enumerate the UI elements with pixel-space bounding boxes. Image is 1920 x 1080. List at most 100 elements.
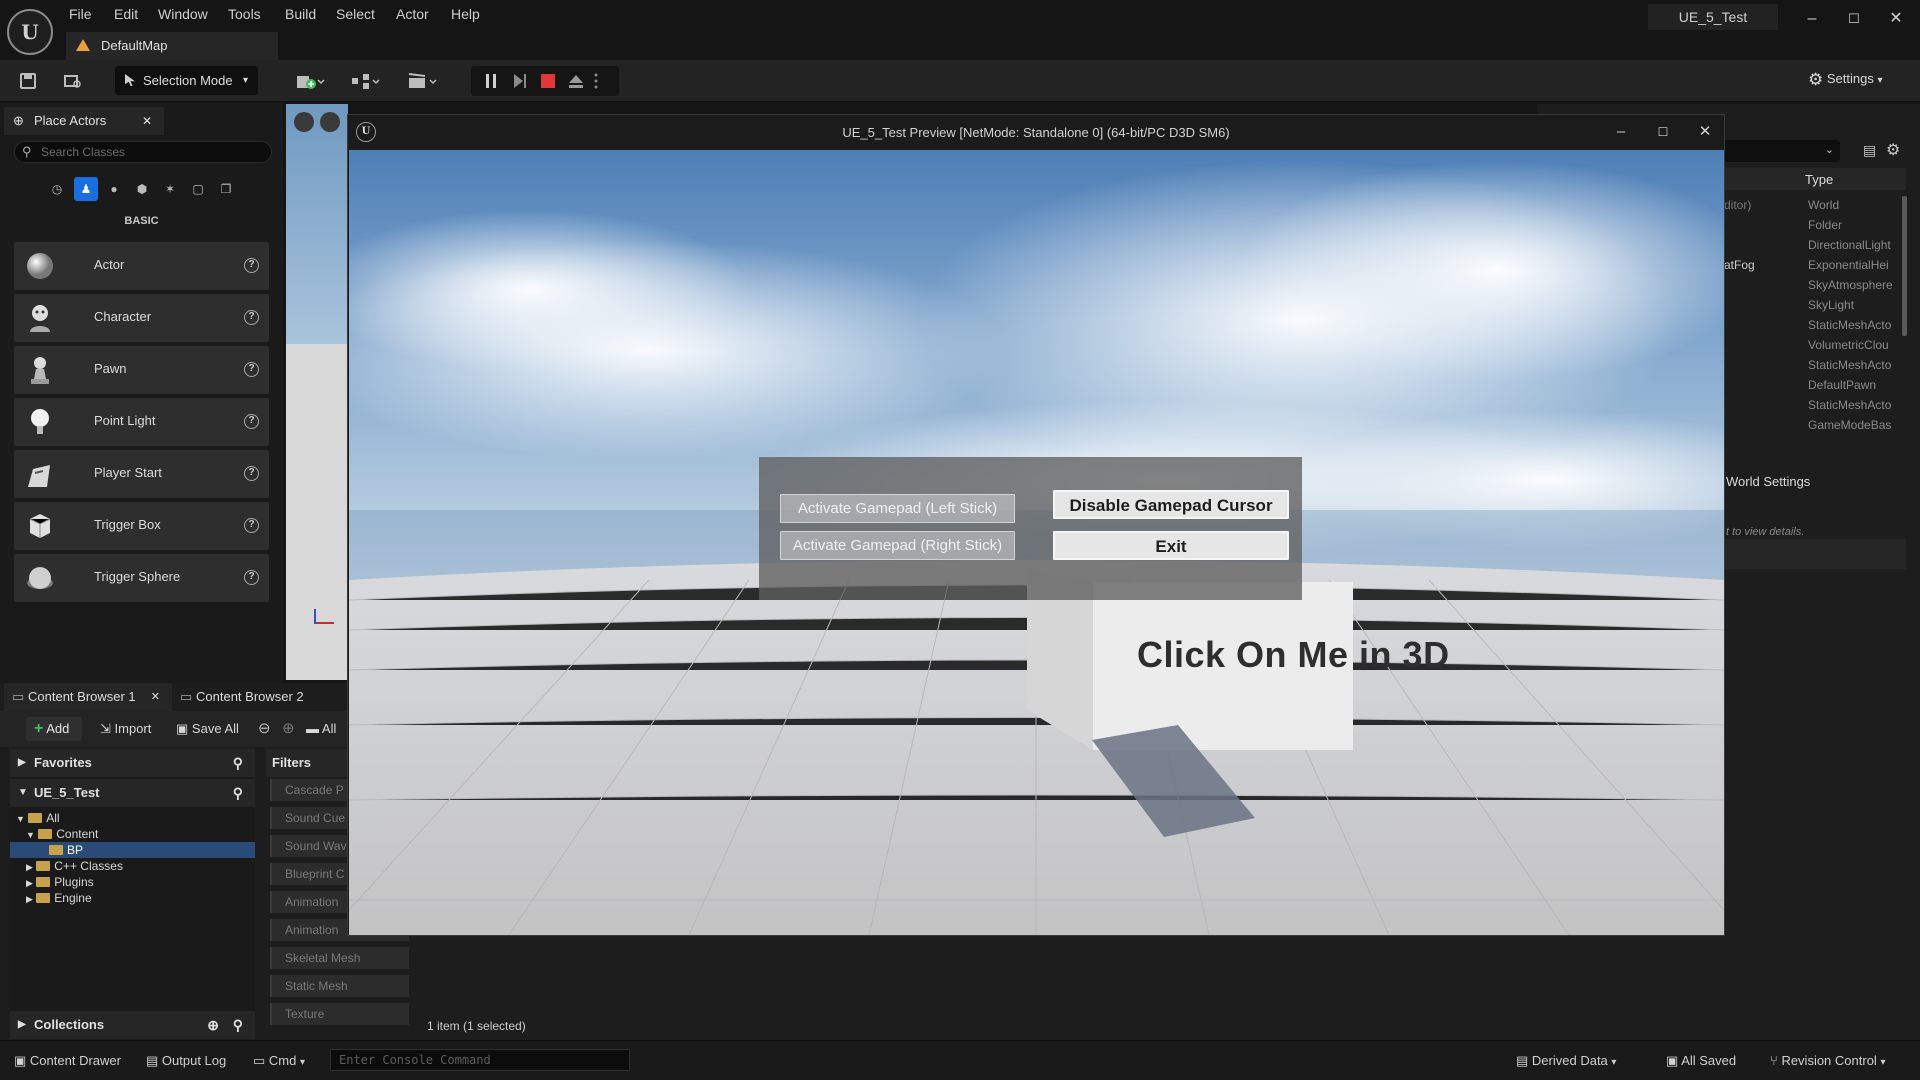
content-drawer-button[interactable]: ▣ Content Drawer (14, 1053, 121, 1069)
tree-item-plugins[interactable]: ▶ Plugins (10, 874, 255, 890)
recent-icon[interactable]: ◷ (45, 177, 69, 201)
eject-icon[interactable] (563, 69, 589, 93)
actor-item-trigger-sphere[interactable]: Trigger Sphere ? (14, 554, 269, 602)
exit-button[interactable]: Exit (1053, 531, 1289, 560)
click-on-me-3d-text[interactable]: Click On Me in 3D (1137, 634, 1450, 676)
menu-tools[interactable]: Tools (228, 6, 261, 22)
activate-gamepad-right-stick-button[interactable]: Activate Gamepad (Right Stick) (780, 531, 1015, 560)
viewport-menu-icon[interactable] (294, 112, 314, 132)
add-folder-icon[interactable]: ▤ (1863, 142, 1876, 159)
add-collection-icon[interactable]: ⊕ (207, 1011, 219, 1039)
filter-item[interactable]: Static Mesh (270, 975, 409, 997)
filter-item[interactable]: Texture (270, 1003, 409, 1025)
close-tab-icon[interactable]: ✕ (151, 683, 160, 711)
menu-edit[interactable]: Edit (114, 6, 138, 22)
gear-icon[interactable]: ⚙ (1886, 140, 1900, 160)
save-all-button[interactable]: ▣ Save All (176, 718, 239, 740)
settings-button[interactable]: ⚙ Settings ▾ (1808, 70, 1883, 90)
help-icon[interactable]: ? (244, 570, 259, 585)
all-saved-button[interactable]: ▣ All Saved (1666, 1053, 1736, 1069)
help-icon[interactable]: ? (244, 362, 259, 377)
tree-item-engine[interactable]: ▶ Engine (10, 890, 255, 906)
menu-build[interactable]: Build (285, 6, 316, 22)
skip-frame-icon[interactable] (507, 69, 533, 93)
tab-place-actors[interactable]: ⊕ Place Actors ✕ (4, 107, 164, 135)
menu-help[interactable]: Help (451, 6, 480, 22)
close-button[interactable]: ✕ (1882, 6, 1910, 32)
actor-item-pawn[interactable]: Pawn ? (14, 346, 269, 394)
minimize-button[interactable]: – (1798, 6, 1826, 32)
preview-title-bar[interactable]: U UE_5_Test Preview [NetMode: Standalone… (348, 115, 1724, 149)
activate-gamepad-left-stick-button[interactable]: Activate Gamepad (Left Stick) (780, 494, 1015, 523)
search-icon[interactable]: ⚲ (233, 749, 243, 777)
collections-header[interactable]: ▶ Collections ⊕ ⚲ (10, 1011, 255, 1039)
level-viewport[interactable] (286, 104, 348, 680)
preview-minimize-button[interactable]: – (1606, 121, 1636, 143)
search-classes-input[interactable]: ⚲ Search Classes (14, 141, 272, 163)
perspective-icon[interactable] (320, 112, 340, 132)
shapes-icon[interactable]: ⬢ (130, 177, 154, 201)
close-tab-icon[interactable]: ✕ (142, 107, 152, 135)
favorites-header[interactable]: ▶ Favorites ⚲ (10, 749, 255, 777)
output-log-button[interactable]: ▤ Output Log (146, 1053, 226, 1069)
lights-icon[interactable]: ● (102, 177, 126, 201)
actor-item-point-light[interactable]: Point Light ? (14, 398, 269, 446)
console-command-input[interactable]: Enter Console Command (330, 1049, 630, 1071)
actor-item-label: Pawn (94, 361, 127, 376)
all-classes-icon[interactable]: ❐ (214, 177, 238, 201)
help-icon[interactable]: ? (244, 518, 259, 533)
add-actor-icon[interactable] (290, 69, 330, 93)
forward-icon[interactable]: ⊕ (282, 718, 295, 740)
actor-item-player-start[interactable]: Player Start ? (14, 450, 269, 498)
import-button[interactable]: ⇲ Import (100, 718, 151, 740)
cinematics-icon[interactable] (402, 69, 442, 93)
filter-item[interactable]: Skeletal Mesh (270, 947, 409, 969)
search-icon[interactable]: ⚲ (233, 1011, 243, 1039)
tree-item-cpp-classes[interactable]: ▶ C++ Classes (10, 858, 255, 874)
save-icon[interactable] (15, 69, 41, 93)
actor-item-actor[interactable]: Actor ? (14, 242, 269, 290)
project-header[interactable]: ▼ UE_5_Test ⚲ (10, 779, 255, 807)
unreal-logo-icon[interactable]: U (7, 9, 53, 55)
content-browse-icon[interactable] (60, 69, 86, 93)
search-icon[interactable]: ⚲ (233, 779, 243, 807)
help-icon[interactable]: ? (244, 310, 259, 325)
add-button[interactable]: + Add (26, 717, 82, 741)
disable-gamepad-cursor-button[interactable]: Disable Gamepad Cursor (1053, 490, 1289, 519)
pause-icon[interactable] (478, 69, 504, 93)
tab-content-browser-2[interactable]: ▭ Content Browser 2 (172, 683, 332, 711)
tree-item-content[interactable]: ▼ Content (10, 826, 255, 842)
tab-content-browser-1[interactable]: ▭ Content Browser 1 ✕ (4, 683, 172, 711)
blueprint-icon[interactable] (345, 69, 385, 93)
help-icon[interactable]: ? (244, 258, 259, 273)
derived-data-button[interactable]: ▤ Derived Data ▾ (1516, 1053, 1616, 1069)
cmd-dropdown[interactable]: ▭ Cmd ▾ (253, 1053, 305, 1069)
help-icon[interactable]: ? (244, 466, 259, 481)
menu-file[interactable]: File (69, 6, 92, 22)
stop-icon[interactable] (535, 69, 561, 93)
tree-item-bp[interactable]: BP (10, 842, 255, 858)
volumes-icon[interactable]: ▢ (186, 177, 210, 201)
menu-window[interactable]: Window (158, 6, 208, 22)
help-icon[interactable]: ? (244, 414, 259, 429)
revision-control-button[interactable]: ⑂ Revision Control ▾ (1770, 1053, 1885, 1068)
back-icon[interactable]: ⊖ (258, 718, 271, 740)
type-column-header[interactable]: Type (1805, 172, 1833, 187)
maximize-button[interactable]: ☐ (1840, 6, 1868, 32)
path-root[interactable]: ▬ All (306, 718, 336, 740)
menu-select[interactable]: Select (336, 6, 375, 22)
basic-category-icon[interactable]: ♟ (74, 177, 98, 201)
tree-item-all[interactable]: ▼ All (10, 810, 255, 826)
actor-item-trigger-box[interactable]: Trigger Box ? (14, 502, 269, 550)
tab-default-map[interactable]: DefaultMap (66, 32, 278, 60)
visual-effects-icon[interactable]: ✶ (158, 177, 182, 201)
world-settings-tab[interactable]: World Settings (1726, 474, 1810, 489)
preview-maximize-button[interactable]: ☐ (1648, 121, 1678, 143)
outliner-filter-dropdown[interactable]: ⌄ (1720, 140, 1840, 162)
preview-close-button[interactable]: ✕ (1690, 121, 1720, 143)
menu-actor[interactable]: Actor (396, 6, 429, 22)
selection-mode-dropdown[interactable]: Selection Mode ▾ (115, 66, 258, 95)
more-options-icon[interactable] (590, 69, 602, 93)
actor-item-character[interactable]: Character ? (14, 294, 269, 342)
folder-tab-icon: ▭ (12, 689, 25, 704)
